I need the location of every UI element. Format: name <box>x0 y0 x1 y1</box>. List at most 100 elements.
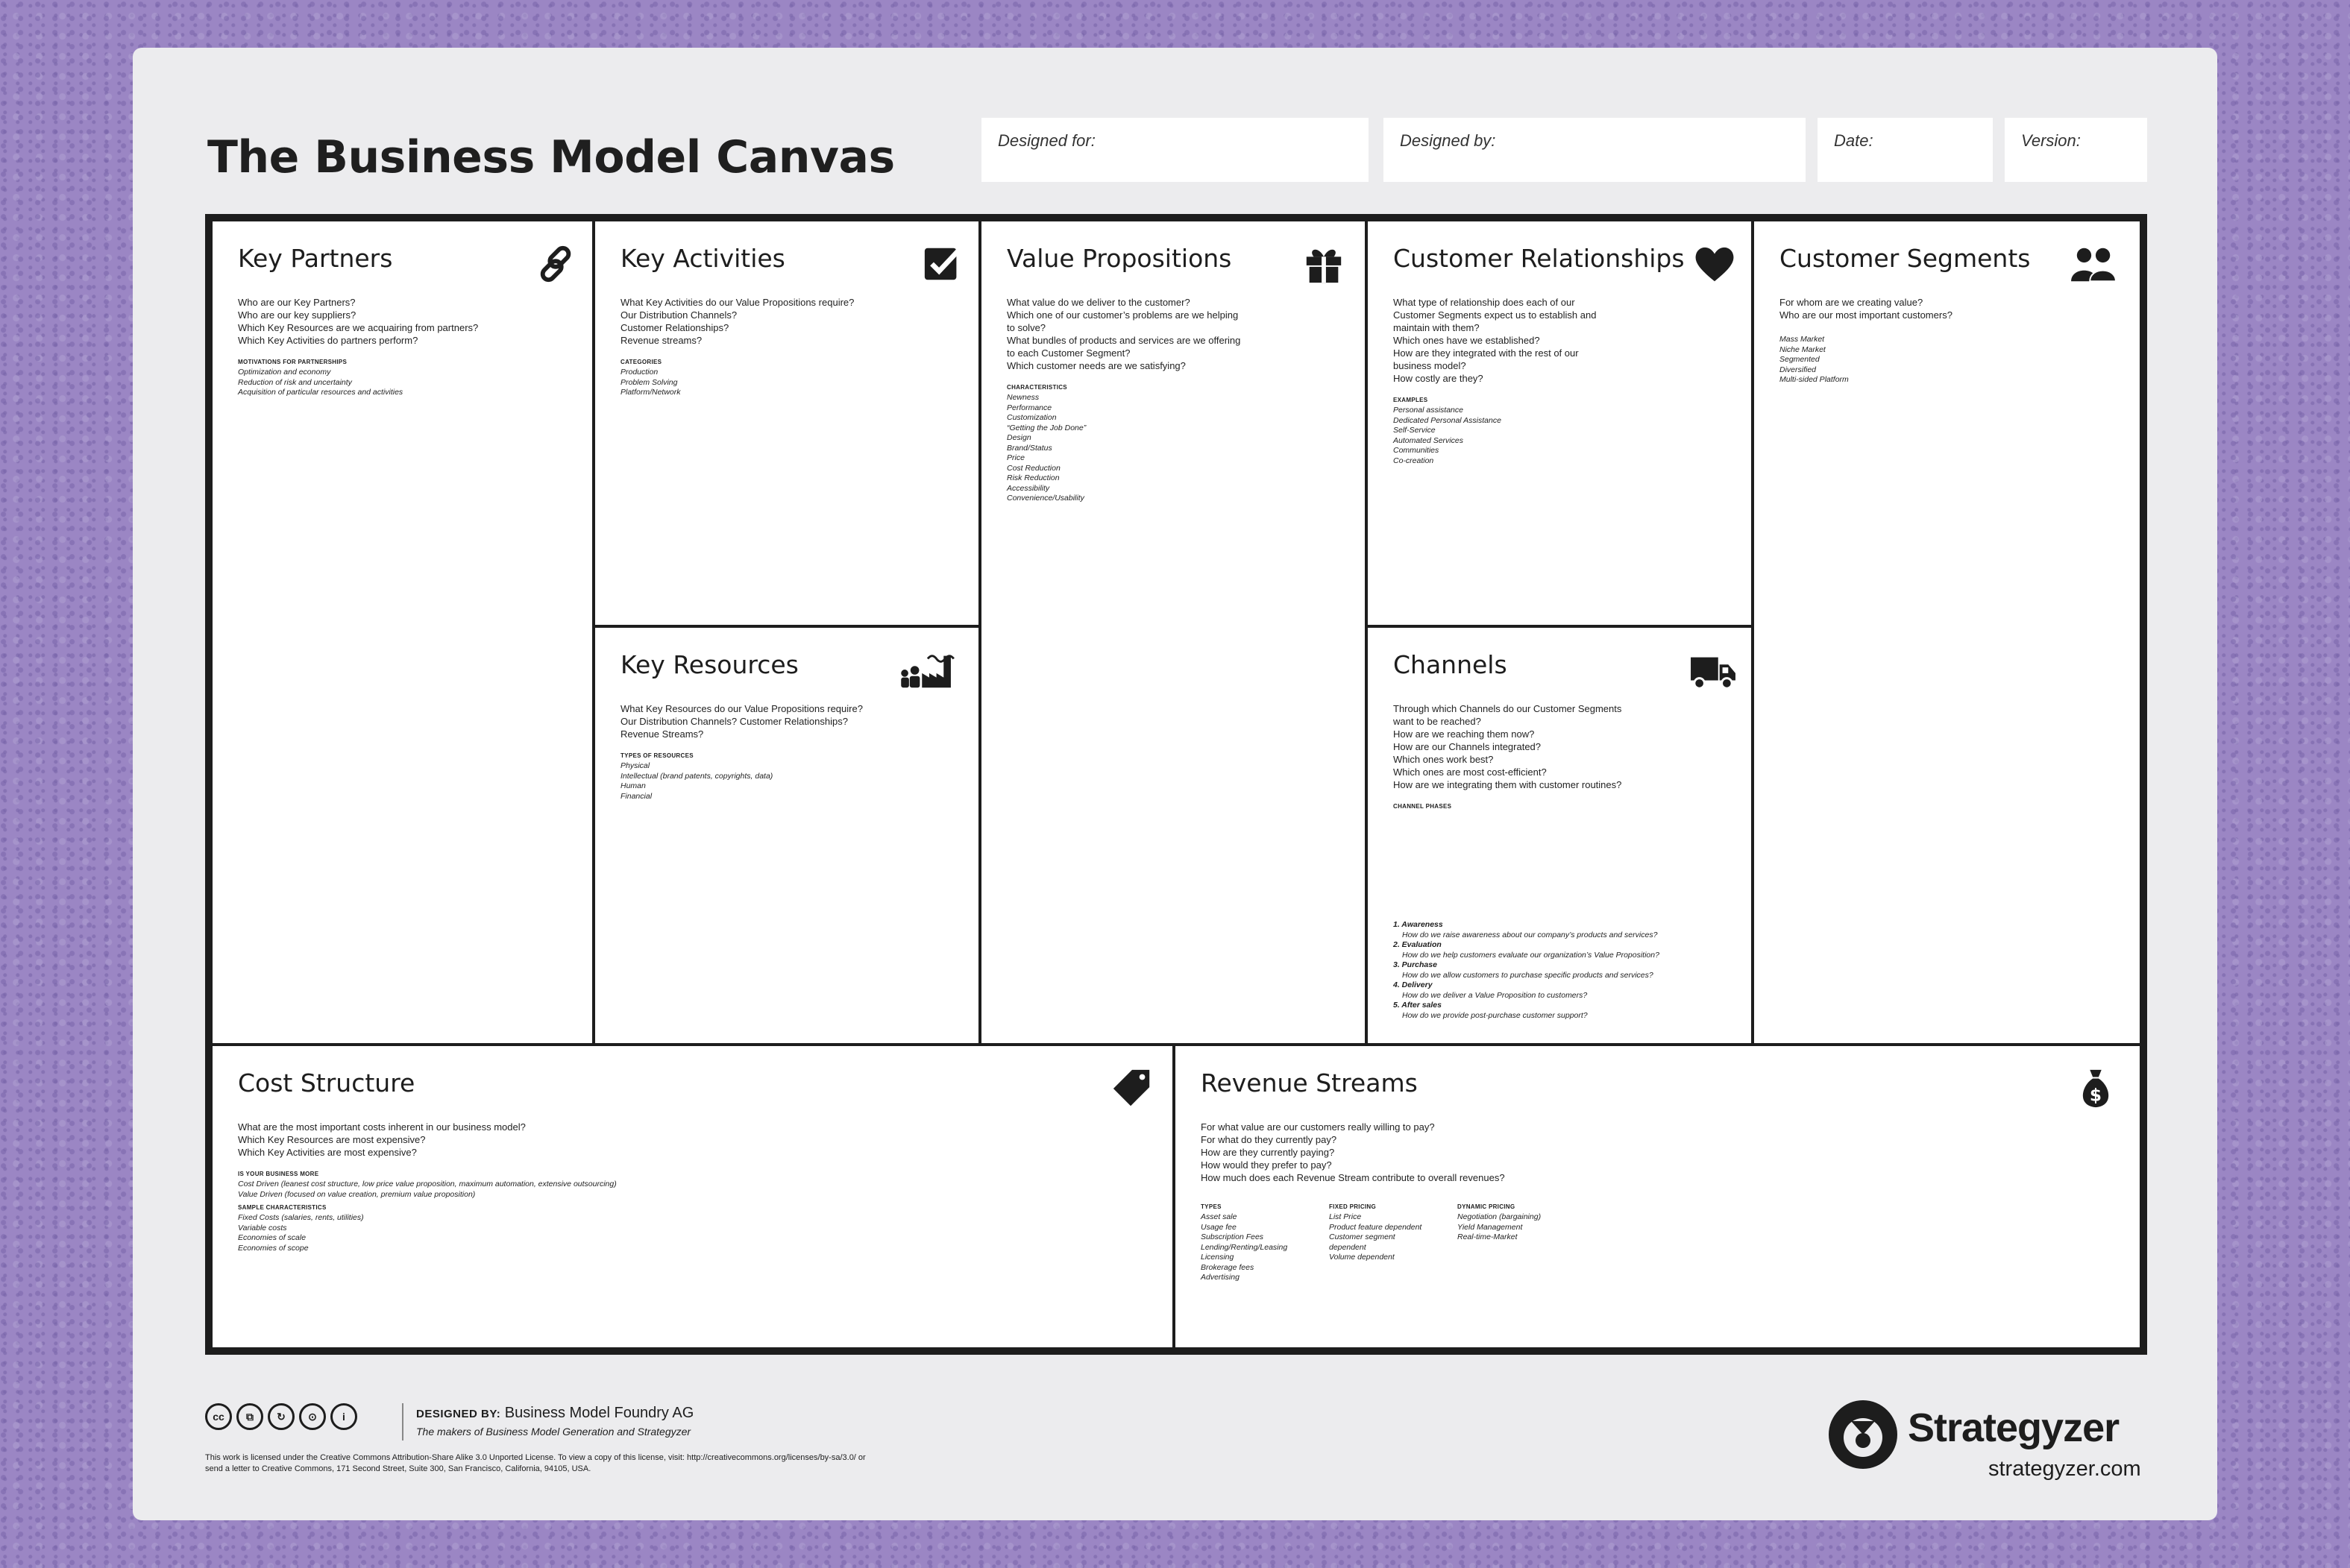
list-item: Physical <box>621 761 650 770</box>
list-item: Performance <box>1007 403 1052 412</box>
question: What Key Activities do our Value Proposi… <box>621 297 855 308</box>
question: Who are our key suppliers? <box>238 309 356 321</box>
list-item: dependent <box>1329 1242 1366 1252</box>
block-key-activities[interactable]: Key Activities What Key Activities do ou… <box>595 221 978 625</box>
section-heading: MOTIVATIONS FOR PARTNERSHIPS <box>238 359 348 365</box>
list-item: Optimization and economy <box>238 368 331 377</box>
question: How are we reaching them now? <box>1393 728 1535 740</box>
list-item: Cost Driven (leanest cost structure, low… <box>238 1180 617 1188</box>
question: For whom are we creating value? <box>1779 297 1923 308</box>
list-item: Diversified <box>1779 365 1817 374</box>
list-item: Negotiation (bargaining) <box>1457 1212 1542 1221</box>
strategyzer-logo-icon <box>1826 1397 1900 1472</box>
date-field[interactable]: Date: <box>1818 118 1993 182</box>
question: How costly are they? <box>1393 373 1483 384</box>
block-value-propositions[interactable]: Value Propositions What value do we deli… <box>981 221 1365 1043</box>
version-field[interactable]: Version: <box>2005 118 2147 182</box>
heart-icon <box>1693 242 1736 286</box>
question: What bundles of products and services ar… <box>1007 335 1241 359</box>
section-heading: CATEGORIES <box>621 359 662 365</box>
question: Which ones work best? <box>1393 754 1494 765</box>
question: Which Key Resources are most expensive? <box>238 1134 426 1145</box>
list-item: Brokerage fees <box>1201 1262 1254 1272</box>
block-title: Channels <box>1393 650 1507 679</box>
list-item: Multi-sided Platform <box>1779 375 1849 384</box>
phase-text: How do we provide post-purchase customer… <box>1402 1010 1588 1020</box>
block-cost-structure[interactable]: Cost Structure What are the most importa… <box>213 1046 1172 1347</box>
block-channels[interactable]: Channels Through which Channels do our C… <box>1368 628 1751 1043</box>
block-key-partners[interactable]: Key Partners Who are our Key Partners? W… <box>213 221 592 1043</box>
question: How much does each Revenue Stream contri… <box>1201 1172 1505 1183</box>
block-title: Customer Segments <box>1779 244 2031 273</box>
list-item: Accessibility <box>1007 483 1050 493</box>
list-item: Advertising <box>1201 1273 1240 1282</box>
list-item: Asset sale <box>1201 1212 1237 1221</box>
business-model-canvas: Key Partners Who are our Key Partners? W… <box>205 214 2147 1355</box>
designed-by-label: DESIGNED BY: <box>416 1408 501 1420</box>
question: How are they currently paying? <box>1201 1147 1335 1158</box>
block-key-resources[interactable]: Key Resources What Key Resources do our … <box>595 628 978 1043</box>
designed-by: DESIGNED BY: Business Model Foundry AG <box>416 1405 694 1422</box>
question: Which Key Activities do partners perform… <box>238 335 418 346</box>
block-title: Cost Structure <box>238 1068 415 1098</box>
list-item: Customization <box>1007 413 1057 422</box>
question: Which one of our customer’s problems are… <box>1007 309 1239 333</box>
list-item: Platform/Network <box>621 388 681 397</box>
section-heading: CHARACTERISTICS <box>1007 384 1067 391</box>
phase-name: 4. Delivery <box>1393 980 1433 989</box>
brand-name: Strategyzer <box>1908 1405 2120 1450</box>
list-item: Yield Management <box>1457 1222 1523 1232</box>
list-item: Automated Services <box>1393 435 1463 445</box>
brand-url[interactable]: strategyzer.com <box>1988 1457 2141 1482</box>
question: Our Distribution Channels? <box>621 309 738 321</box>
phase-name: 1. Awareness <box>1393 920 1443 929</box>
list-item: Personal assistance <box>1393 406 1463 415</box>
section-heading: CHANNEL PHASES <box>1393 803 1452 810</box>
section-heading: TYPES OF RESOURCES <box>621 752 694 759</box>
phase-text: How do we allow customers to purchase sp… <box>1402 970 1653 980</box>
designed-for-field[interactable]: Designed for: <box>981 118 1369 182</box>
fixed-pricing-column: FIXED PRICING List Price Product feature… <box>1329 1191 1457 1283</box>
remix-icon: ↻ <box>268 1403 295 1430</box>
phase-name: 2. Evaluation <box>1393 940 1442 949</box>
svg-text:$: $ <box>2090 1085 2102 1105</box>
designed-by-field[interactable]: Designed by: <box>1383 118 1806 182</box>
list-item: Subscription Fees <box>1201 1232 1264 1241</box>
section-heading: EXAMPLES <box>1393 397 1428 403</box>
list-item: Licensing <box>1201 1253 1234 1262</box>
list-item: Cost Reduction <box>1007 463 1061 473</box>
list-item: List Price <box>1329 1212 1362 1221</box>
cc-icon: cc <box>205 1403 232 1430</box>
block-customer-segments[interactable]: Customer Segments For whom are we creati… <box>1754 221 2140 1043</box>
question: Customer Relationships? <box>621 322 729 333</box>
list-item: “Getting the Job Done” <box>1007 423 1087 432</box>
list-item: Value Driven (focused on value creation,… <box>238 1189 476 1199</box>
list-item: Variable costs <box>238 1223 287 1232</box>
price-tag-icon <box>1110 1067 1154 1110</box>
factory-icon <box>898 649 958 692</box>
list-item: Economies of scope <box>238 1243 309 1253</box>
question: Our Distribution Channels? Customer Rela… <box>621 716 848 727</box>
list-item: Production <box>621 368 659 377</box>
list-item: Self-Service <box>1393 426 1436 435</box>
block-title: Customer Relationships <box>1393 244 1685 273</box>
money-bag-icon: $ <box>2074 1067 2117 1110</box>
block-title: Key Activities <box>621 244 785 273</box>
question: What type of relationship does each of o… <box>1393 297 1597 333</box>
block-revenue-streams[interactable]: Revenue Streams $ For what value are our… <box>1175 1046 2140 1347</box>
section-heading: SAMPLE CHARACTERISTICS <box>238 1204 327 1211</box>
section-heading: FIXED PRICING <box>1329 1203 1377 1210</box>
footer-divider <box>402 1403 403 1441</box>
block-title: Key Resources <box>621 650 799 679</box>
block-customer-relationships[interactable]: Customer Relationships What type of rela… <box>1368 221 1751 625</box>
list-item: Problem Solving <box>621 377 678 387</box>
list-item: Financial <box>621 791 653 801</box>
question: For what do they currently pay? <box>1201 1134 1337 1145</box>
gift-icon <box>1302 242 1345 286</box>
phase-text: How do we help customers evaluate our or… <box>1402 950 1659 960</box>
people-icon <box>2069 242 2120 286</box>
attribution-icon: i <box>330 1403 357 1430</box>
list-item: Human <box>621 781 646 790</box>
section-heading: DYNAMIC PRICING <box>1457 1203 1515 1210</box>
truck-icon <box>1688 649 1738 692</box>
